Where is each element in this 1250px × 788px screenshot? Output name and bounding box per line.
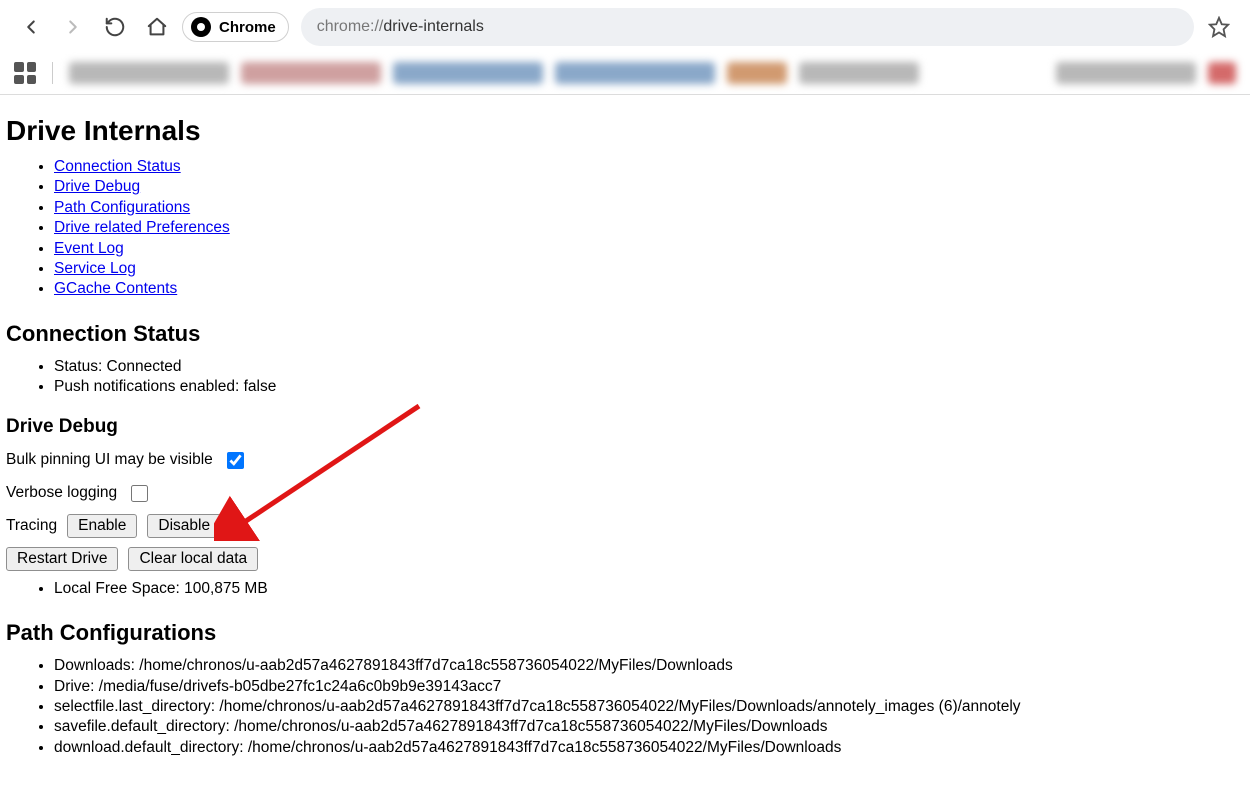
nav-link[interactable]: Drive related Preferences — [54, 219, 230, 236]
reload-button[interactable] — [98, 10, 132, 44]
connection-status-list: Status: Connected Push notifications ena… — [6, 357, 1244, 397]
nav-link[interactable]: Connection Status — [54, 158, 181, 175]
tracing-enable-button[interactable]: Enable — [67, 514, 137, 538]
bookmark-item[interactable] — [393, 62, 543, 84]
tracing-label: Tracing — [6, 514, 57, 539]
nav-link[interactable]: GCache Contents — [54, 280, 177, 297]
list-item: Status: Connected — [54, 357, 1244, 376]
verbose-logging-row: Verbose logging — [6, 481, 1244, 506]
site-identity-chip[interactable]: Chrome — [182, 12, 289, 42]
verbose-logging-label: Verbose logging — [6, 481, 117, 506]
back-button[interactable] — [14, 10, 48, 44]
clear-local-data-button[interactable]: Clear local data — [128, 547, 258, 571]
drive-debug-heading: Drive Debug — [6, 416, 1244, 438]
bookmark-item[interactable] — [799, 62, 919, 84]
bulk-pinning-row: Bulk pinning UI may be visible — [6, 448, 1244, 473]
bookmark-item[interactable] — [1056, 62, 1196, 84]
list-item: selectfile.last_directory: /home/chronos… — [54, 697, 1244, 716]
home-button[interactable] — [140, 10, 174, 44]
apps-grid-icon[interactable] — [14, 62, 36, 84]
tracing-row: Tracing Enable Disable — [6, 514, 1244, 539]
list-item: download.default_directory: /home/chrono… — [54, 738, 1244, 757]
bookmark-item[interactable] — [241, 62, 381, 84]
page-title: Drive Internals — [6, 115, 1244, 147]
list-item: Drive: /media/fuse/drivefs-b05dbe27fc1c2… — [54, 677, 1244, 696]
nav-link[interactable]: Path Configurations — [54, 199, 190, 216]
page-content: Drive Internals Connection Status Drive … — [0, 95, 1250, 788]
bookmarks-bar — [0, 54, 1250, 95]
bookmark-item[interactable] — [727, 62, 787, 84]
browser-toolbar: Chrome chrome://drive-internals — [0, 0, 1250, 54]
bookmark-item[interactable] — [69, 62, 229, 84]
nav-link[interactable]: Service Log — [54, 260, 136, 277]
nav-link[interactable]: Event Log — [54, 240, 124, 257]
list-item: Downloads: /home/chronos/u-aab2d57a46278… — [54, 656, 1244, 675]
verbose-logging-checkbox[interactable] — [131, 485, 148, 502]
action-buttons-row: Restart Drive Clear local data — [6, 547, 1244, 571]
bookmark-star-button[interactable] — [1202, 10, 1236, 44]
restart-drive-button[interactable]: Restart Drive — [6, 547, 118, 571]
bulk-pinning-checkbox[interactable] — [227, 452, 244, 469]
bulk-pinning-label: Bulk pinning UI may be visible — [6, 448, 213, 473]
chrome-icon — [191, 17, 211, 37]
forward-button[interactable] — [56, 10, 90, 44]
list-item: savefile.default_directory: /home/chrono… — [54, 717, 1244, 736]
tracing-disable-button[interactable]: Disable — [147, 514, 221, 538]
list-item: Push notifications enabled: false — [54, 377, 1244, 396]
list-item: Local Free Space: 100,875 MB — [54, 579, 1244, 598]
nav-link[interactable]: Drive Debug — [54, 178, 140, 195]
section-nav-list: Connection Status Drive Debug Path Confi… — [6, 157, 1244, 299]
site-identity-label: Chrome — [219, 19, 276, 36]
path-configurations-list: Downloads: /home/chronos/u-aab2d57a46278… — [6, 656, 1244, 757]
bookmark-item[interactable] — [555, 62, 715, 84]
separator — [52, 62, 53, 84]
bookmark-item[interactable] — [1208, 62, 1236, 84]
url-protocol: chrome:// — [317, 18, 384, 36]
connection-status-heading: Connection Status — [6, 321, 1244, 347]
url-path: drive-internals — [383, 18, 483, 36]
omnibox[interactable]: chrome://drive-internals — [301, 8, 1194, 46]
path-configurations-heading: Path Configurations — [6, 620, 1244, 646]
free-space-list: Local Free Space: 100,875 MB — [6, 579, 1244, 598]
